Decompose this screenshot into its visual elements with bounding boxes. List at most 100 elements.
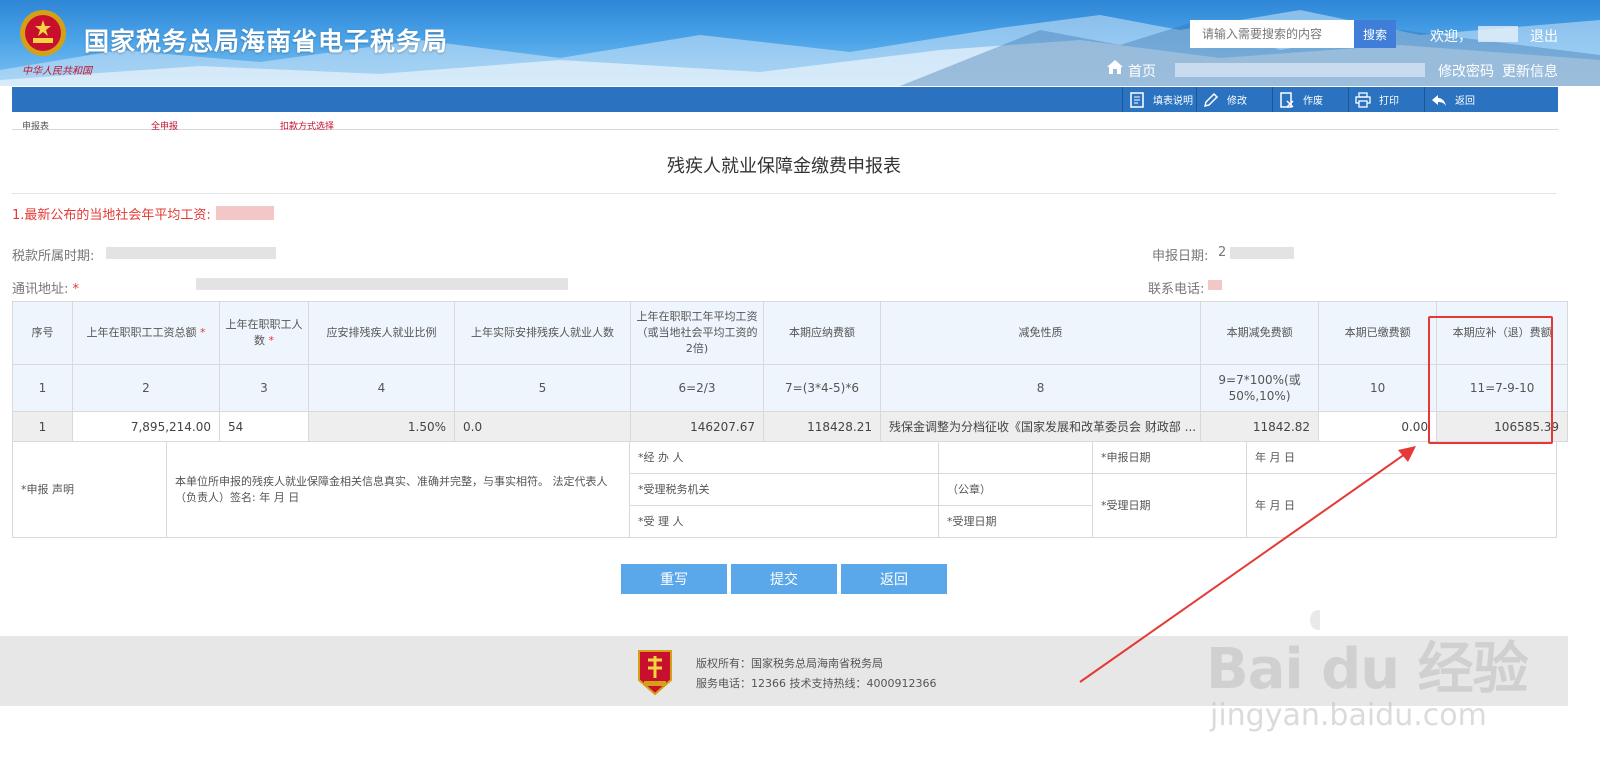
accept-date-label-2: *受理日期: [1092, 473, 1247, 538]
watermark-url: jingyan.baidu.com: [1210, 698, 1487, 733]
declaration-table: *申报 声明 本单位所申报的残疾人就业保障金相关信息真实、准确并完整，与事实相符…: [12, 441, 1557, 538]
watermark-brand: Bai du 经验: [1206, 637, 1529, 702]
form-title: 残疾人就业保障金缴费申报表: [667, 156, 901, 177]
table-row: 1 7,895,214.00 54 1.50% 0.0 146207.67 11…: [12, 411, 1569, 442]
cell-reduction-amount: 11842.82: [1200, 411, 1320, 442]
address-label-text: 通讯地址:: [12, 282, 69, 297]
phone-redacted: [1208, 280, 1222, 290]
toolbar-back-label: 返回: [1455, 96, 1475, 107]
modify-button[interactable]: 修改: [1196, 87, 1272, 112]
average-wage-notice: 1.最新公布的当地社会年平均工资:: [12, 208, 211, 223]
report-date-prefix: 2: [1218, 245, 1227, 260]
table-header-row: 序号 上年在职职工工资总额 * 上年在职职工人数 * 应安排残疾人就业比例 上年…: [12, 301, 1569, 365]
search-button[interactable]: 搜索: [1354, 20, 1396, 48]
footer-service-line: 服务电话：12366 技术支持热线：4000912366: [696, 677, 937, 690]
accept-date-label-1: *受理日期: [938, 505, 1093, 538]
fill-instructions-button[interactable]: 填表说明: [1122, 87, 1196, 112]
col-header-seq: 序号: [12, 301, 73, 365]
agent-value[interactable]: [938, 441, 1093, 474]
tax-office-label: *受理税务机关: [629, 473, 939, 506]
annotation-highlight-box: [1428, 316, 1553, 444]
levy-table: 序号 上年在职职工工资总额 * 上年在职职工人数 * 应安排残疾人就业比例 上年…: [12, 301, 1569, 442]
formula-cell: 1: [12, 364, 73, 412]
receiver-label: *受 理 人: [629, 505, 939, 538]
report-date-value: 年 月 日: [1246, 441, 1557, 474]
emblem-caption: 中华人民共和国: [22, 66, 92, 77]
employee-count-input[interactable]: 54: [219, 411, 309, 442]
report-date-label: 申报日期:: [1152, 249, 1209, 264]
paid-amount-input[interactable]: 0.00: [1318, 411, 1438, 442]
pencil-icon: [1203, 92, 1219, 107]
site-title: 国家税务总局海南省电子税务局: [84, 27, 449, 56]
subnav-full-report[interactable]: 全申报: [151, 119, 178, 132]
party-building-logo-icon: [638, 650, 672, 696]
cell-ratio: 1.50%: [308, 411, 455, 442]
agent-label: *经 办 人: [629, 441, 939, 474]
home-link[interactable]: 首页: [1128, 61, 1156, 81]
sub-navigation: 申报表 全申报 扣款方式选择: [12, 112, 1558, 132]
table-formula-row: 1 2 3 4 5 6=2/3 7=(3*4-5)*6 8 9=7*100%(或…: [12, 364, 1569, 412]
cell-disabled-count: 0.0: [454, 411, 631, 442]
company-name-redacted: [1175, 63, 1425, 77]
formula-cell: 2: [72, 364, 220, 412]
formula-cell: 5: [454, 364, 631, 412]
change-password-link[interactable]: 修改密码: [1438, 61, 1494, 81]
page: 中华人民共和国 国家税务总局海南省电子税务局 搜索 欢迎， 退出 首页 修改密码…: [0, 0, 1600, 780]
search-input[interactable]: [1190, 20, 1354, 48]
action-toolbar: 填表说明 修改 作废 打印 返回: [12, 87, 1558, 112]
site-header: 中华人民共和国 国家税务总局海南省电子税务局 搜索 欢迎， 退出 首页 修改密码…: [0, 0, 1600, 86]
subnav-report-form[interactable]: 申报表: [22, 119, 49, 132]
void-button[interactable]: 作废: [1272, 87, 1348, 112]
formula-cell: 10: [1318, 364, 1438, 412]
back-button[interactable]: 返回: [841, 564, 947, 594]
void-document-icon: [1280, 91, 1294, 108]
col-header-reduction-nature: 减免性质: [879, 301, 1202, 365]
submit-button[interactable]: 提交: [731, 564, 837, 594]
cell-seq: 1: [12, 411, 73, 442]
formula-cell: 9=7*100%(或50%,10%): [1200, 364, 1320, 412]
phone-label: 联系电话:: [1148, 282, 1205, 297]
fill-instructions-label: 填表说明: [1153, 96, 1193, 107]
report-date-label-cell: *申报日期: [1092, 441, 1247, 474]
tax-period-redacted: [106, 247, 276, 259]
formula-cell: 3: [219, 364, 309, 412]
col-header-disabled-count: 上年实际安排残疾人就业人数: [454, 301, 631, 365]
col-header-employee-count: 上年在职职工人数 *: [219, 301, 309, 365]
title-divider: [12, 193, 1556, 194]
seal-label: （公章）: [938, 473, 1093, 506]
formula-cell: 8: [879, 364, 1202, 412]
col-header-employee-count-text: 上年在职职工人数: [225, 318, 303, 347]
rewrite-button[interactable]: 重写: [621, 564, 727, 594]
total-wages-input[interactable]: 7,895,214.00: [72, 411, 220, 442]
print-button[interactable]: 打印: [1348, 87, 1424, 112]
declaration-text: 本单位所申报的残疾人就业保障金相关信息真实、准确并完整，与事实相符。 法定代表人…: [166, 441, 630, 538]
declaration-label: *申报 声明: [12, 441, 167, 538]
formula-cell: 7=(3*4-5)*6: [763, 364, 881, 412]
required-mark: *: [268, 334, 275, 347]
col-header-reduction-amount: 本期减免费额: [1200, 301, 1320, 365]
report-date-redacted: [1230, 247, 1294, 259]
back-arrow-icon: [1432, 94, 1446, 106]
reduction-nature-select[interactable]: 残保金调整为分档征收《国家发展和改革委员会 财政部 ...: [879, 411, 1202, 442]
toolbar-back-button[interactable]: 返回: [1424, 87, 1558, 112]
modify-label: 修改: [1227, 96, 1247, 107]
cell-payable: 118428.21: [763, 411, 881, 442]
col-header-total-wages: 上年在职职工工资总额 *: [72, 301, 220, 365]
update-info-link[interactable]: 更新信息: [1502, 61, 1558, 81]
average-wage-redacted: [216, 206, 274, 220]
void-label: 作废: [1303, 96, 1323, 107]
username-redacted: [1478, 26, 1518, 42]
address-redacted: [196, 278, 568, 290]
document-icon: [1130, 91, 1144, 108]
address-label: 通讯地址: *: [12, 278, 79, 297]
col-header-ratio: 应安排残疾人就业比例: [308, 301, 455, 365]
col-header-payable: 本期应纳费额: [763, 301, 881, 365]
welcome-text: 欢迎，: [1430, 29, 1472, 45]
logout-link[interactable]: 退出: [1530, 26, 1558, 46]
printer-icon: [1355, 91, 1371, 108]
accept-date-value: 年 月 日: [1246, 473, 1557, 538]
subnav-deduction-method[interactable]: 扣款方式选择: [280, 119, 334, 132]
col-header-total-wages-text: 上年在职职工工资总额: [86, 326, 197, 339]
home-icon[interactable]: [1106, 59, 1124, 75]
formula-cell: 4: [308, 364, 455, 412]
